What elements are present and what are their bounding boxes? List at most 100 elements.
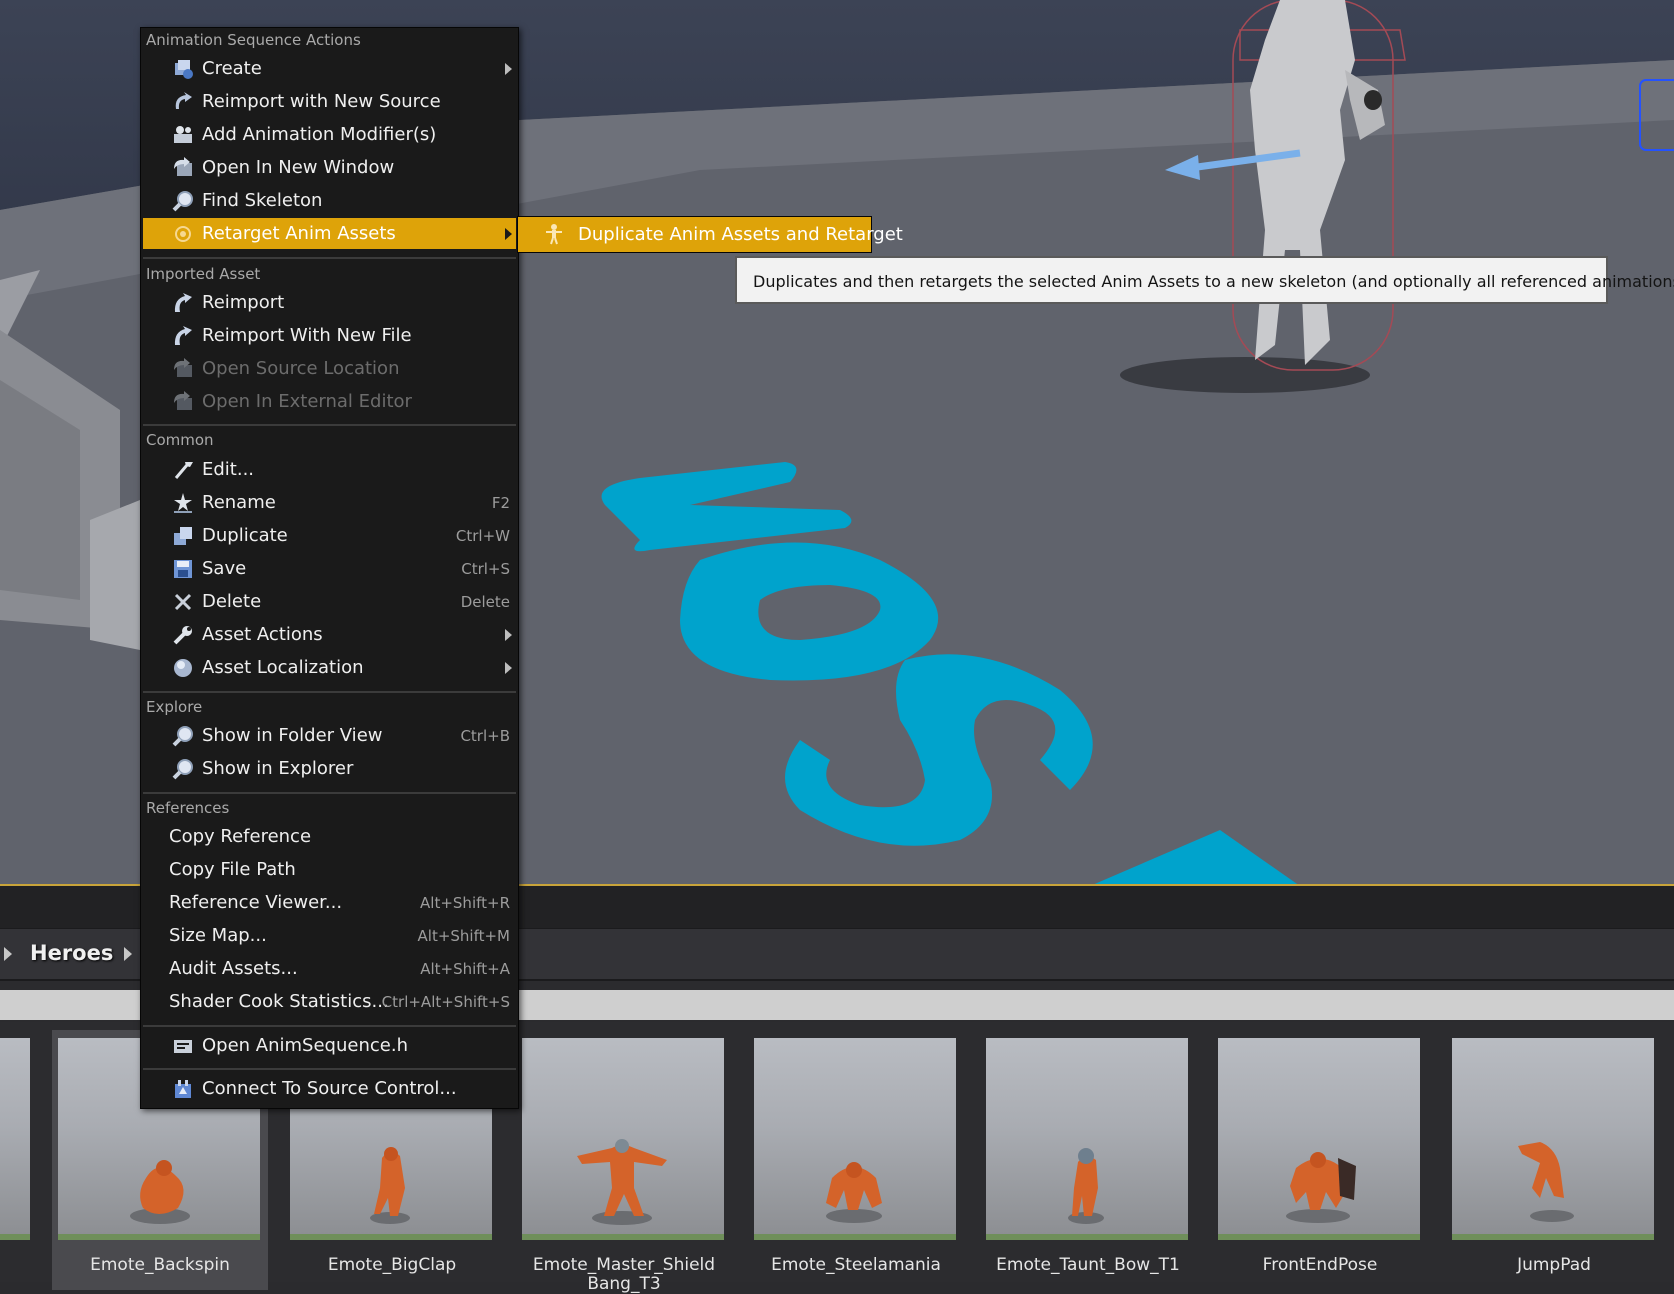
menu-item-duplicate[interactable]: Duplicate Ctrl+W (143, 520, 516, 551)
menu-item-label: Copy File Path (169, 859, 296, 880)
path-arrow-icon[interactable] (4, 947, 12, 961)
menu-item-audit-assets[interactable]: Audit Assets... Alt+Shift+A (143, 953, 516, 984)
menu-item-shortcut: Alt+Shift+M (417, 927, 510, 945)
asset-label: Emote_Taunt_Bow_T1 (996, 1255, 1180, 1275)
menu-item-rename[interactable]: Rename F2 (143, 487, 516, 518)
menu-item-edit[interactable]: Edit... (143, 454, 516, 485)
menu-item-find-skeleton[interactable]: Find Skeleton (143, 185, 516, 216)
menu-separator (143, 691, 516, 693)
menu-item-label: Duplicate Anim Assets and Retarget (578, 224, 903, 245)
asset-label: FrontEndPose (1262, 1255, 1378, 1275)
asset-thumbnail (986, 1038, 1188, 1240)
menu-item-label: Open Source Location (202, 358, 400, 379)
menu-item-create[interactable]: Create (143, 53, 516, 84)
modifier-icon (174, 126, 192, 143)
menu-item-label: Shader Cook Statistics... (169, 991, 389, 1012)
menu-item-asset-localization[interactable]: Asset Localization (143, 652, 516, 683)
asset-tile[interactable]: Emote_Steelamania (748, 1030, 956, 1290)
asset-tile[interactable]: JumpPad (1446, 1030, 1654, 1290)
submenu-arrow-icon (505, 63, 512, 75)
folder-icon (174, 358, 192, 377)
breadcrumb-heroes[interactable]: Heroes (30, 941, 113, 965)
asset-context-menu: Animation Sequence Actions Create Reimpo… (140, 27, 519, 1109)
menu-item-reference-viewer[interactable]: Reference Viewer... Alt+Shift+R (143, 887, 516, 918)
menu-item-show-in-folder-view[interactable]: Show in Folder View Ctrl+B (143, 720, 516, 751)
menu-item-save[interactable]: Save Ctrl+S (143, 553, 516, 584)
menu-item-open-source-location[interactable]: Open Source Location (143, 353, 516, 384)
menu-item-asset-actions[interactable]: Asset Actions (143, 619, 516, 650)
asset-label: Emote_Master_Shield Bang_T3 (532, 1255, 716, 1294)
menu-item-reimport-with-new-file[interactable]: Reimport With New File (143, 320, 516, 351)
magnifier-icon (172, 726, 193, 747)
section-header-common: Common (146, 431, 214, 449)
menu-item-copy-reference[interactable]: Copy Reference (143, 821, 516, 852)
menu-item-open-in-external-editor[interactable]: Open In External Editor (143, 386, 516, 417)
menu-separator (143, 1025, 516, 1027)
menu-item-label: Find Skeleton (202, 190, 323, 211)
menu-item-label: Asset Actions (202, 624, 323, 645)
asset-label: Emote_Backspin (90, 1255, 230, 1275)
asset-tile[interactable]: FrontEndPose (1212, 1030, 1420, 1290)
asset-thumbnail (522, 1038, 724, 1240)
menu-item-shortcut: Ctrl+W (455, 527, 510, 545)
menu-item-label: Reimport (202, 292, 285, 313)
reimport-source-icon (175, 92, 192, 109)
menu-item-shader-cook-statistics[interactable]: Shader Cook Statistics... Ctrl+Alt+Shift… (143, 986, 516, 1017)
path-arrow-icon[interactable] (124, 947, 132, 961)
menu-item-show-in-explorer[interactable]: Show in Explorer (143, 753, 516, 784)
menu-item-copy-file-path[interactable]: Copy File Path (143, 854, 516, 885)
asset-label: Emote_Steelamania (771, 1255, 941, 1275)
retarget-submenu: Duplicate Anim Assets and Retarget (517, 216, 903, 253)
asset-tile[interactable]: Emote_Taunt_Bow_T1 (980, 1030, 1188, 1290)
menu-item-label: Size Map... (169, 925, 267, 946)
edit-icon (174, 462, 193, 479)
menu-item-reimport-with-new-source[interactable]: Reimport with New Source (143, 86, 516, 117)
menu-item-delete[interactable]: Delete Delete (143, 586, 516, 617)
menu-item-open-in-new-window[interactable]: Open In New Window (143, 152, 516, 183)
section-header-imported-asset: Imported Asset (146, 265, 261, 283)
delete-icon (174, 593, 192, 611)
menu-item-label: Duplicate (202, 525, 288, 546)
menu-item-shortcut: Ctrl+Alt+Shift+S (381, 993, 510, 1011)
menu-item-label: Open In External Editor (202, 391, 412, 412)
asset-tile[interactable]: Emote_Master_Shield Bang_T3 (516, 1030, 724, 1294)
menu-separator (143, 1068, 516, 1070)
menu-item-label: Open AnimSequence.h (202, 1035, 408, 1056)
menu-item-add-animation-modifiers[interactable]: Add Animation Modifier(s) (143, 119, 516, 150)
duplicate-icon (174, 527, 192, 545)
open-window-icon (174, 157, 192, 176)
menu-item-label: Audit Assets... (169, 958, 298, 979)
submenu-arrow-icon (505, 662, 512, 674)
menu-item-open-animsequence-h[interactable]: Open AnimSequence.h (143, 1030, 516, 1061)
retarget-icon (175, 226, 191, 242)
menu-item-label: Create (202, 58, 262, 79)
rename-icon (174, 493, 192, 513)
menu-item-label: Reimport With New File (202, 325, 412, 346)
submenu-arrow-icon (505, 228, 512, 240)
menu-item-duplicate-anim-assets-and-retarget[interactable]: Duplicate Anim Assets and Retarget (518, 217, 903, 252)
magnifier-icon (172, 759, 193, 780)
menu-item-label: Reimport with New Source (202, 91, 441, 112)
menu-item-label: Retarget Anim Assets (202, 223, 396, 244)
tooltip-text: Duplicates and then retargets the select… (753, 272, 1674, 291)
asset-thumbnail (1218, 1038, 1420, 1240)
menu-item-label: Edit... (202, 459, 255, 480)
code-icon (174, 1040, 192, 1053)
asset-tile-partial[interactable] (0, 1030, 30, 1290)
menu-item-label: Delete (202, 591, 262, 612)
menu-item-size-map[interactable]: Size Map... Alt+Shift+M (143, 920, 516, 951)
menu-item-label: Open In New Window (202, 157, 395, 178)
tooltip: Duplicates and then retargets the select… (735, 256, 1674, 304)
reimport-icon (174, 293, 192, 312)
submenu-arrow-icon (505, 629, 512, 641)
asset-label: Emote_BigClap (327, 1255, 457, 1275)
menu-item-reimport[interactable]: Reimport (143, 287, 516, 318)
globe-icon (174, 659, 192, 677)
menu-item-shortcut: Alt+Shift+A (420, 960, 510, 978)
menu-separator (143, 424, 516, 426)
menu-item-retarget-anim-assets[interactable]: Retarget Anim Assets (143, 218, 516, 249)
menu-separator (143, 792, 516, 794)
create-icon (175, 60, 193, 79)
menu-item-connect-to-source-control[interactable]: Connect To Source Control... (143, 1073, 516, 1104)
menu-item-label: Copy Reference (169, 826, 312, 847)
